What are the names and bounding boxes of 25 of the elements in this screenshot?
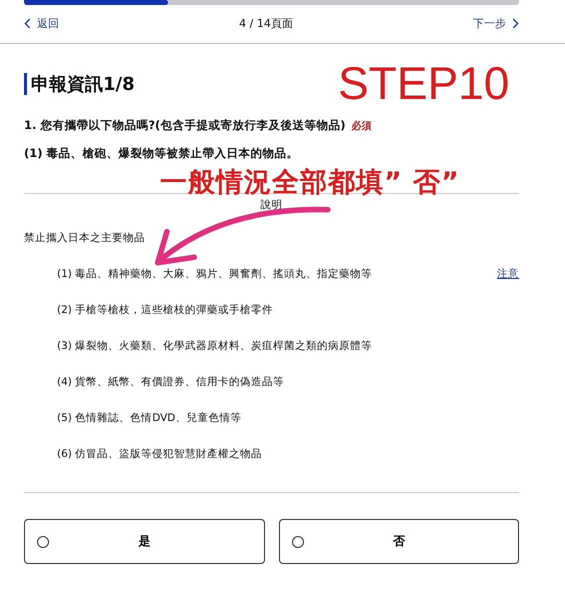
prohibited-item-text: (2) 手槍等槍枝，這些槍枝的彈藥或手槍零件 <box>57 303 274 317</box>
back-link[interactable]: 返回 <box>24 16 59 30</box>
answer-option[interactable]: 是 <box>24 519 264 564</box>
question-text: 1. 您有攜帶以下物品嗎?(包含手提或寄放行李及後送等物品) <box>24 118 346 133</box>
sub-question-text: (1) 毒品、槍砲、爆裂物等被禁止帶入日本的物品。 <box>24 146 300 161</box>
radio-button[interactable] <box>292 536 304 548</box>
explanation-heading: 說明 <box>260 198 284 212</box>
required-label: 必須 <box>352 120 372 133</box>
prohibited-item-text: (6) 仿冒品、盜版等侵犯智慧財產權之物品 <box>57 447 262 461</box>
chevron-left-icon <box>24 18 31 28</box>
prohibited-item-text: (4) 貨幣、紙幣、有價證券、信用卡的偽造品等 <box>57 375 284 389</box>
answer-option[interactable]: 否 <box>278 519 519 564</box>
page-indicator: 4 / 14頁面 <box>239 16 293 30</box>
radio-button[interactable] <box>37 536 49 548</box>
note-annotation: 一般情況全部都填” 否” <box>160 166 460 199</box>
caution-link[interactable]: 注意 <box>497 267 519 281</box>
prohibited-item-text: (1) 毒品、精神藥物、大麻、鴉片、興奮劑、搖頭丸、指定藥物等 <box>57 267 372 281</box>
chevron-right-icon <box>512 18 519 28</box>
step-annotation: STEP10 <box>338 56 510 110</box>
prohibited-item-text: (5) 色情雜誌、色情DVD、兒童色情等 <box>57 411 242 425</box>
explanation-intro: 禁止攜入日本之主要物品 <box>24 231 146 245</box>
section-title: 申報資訊1/8 <box>31 73 135 96</box>
title-accent-bar <box>24 73 27 95</box>
prohibited-item-text: (3) 爆裂物、火藥類、化學武器原材料、炭疽桿菌之類的病原體等 <box>57 339 372 353</box>
next-link[interactable]: 下一步 <box>472 16 519 30</box>
